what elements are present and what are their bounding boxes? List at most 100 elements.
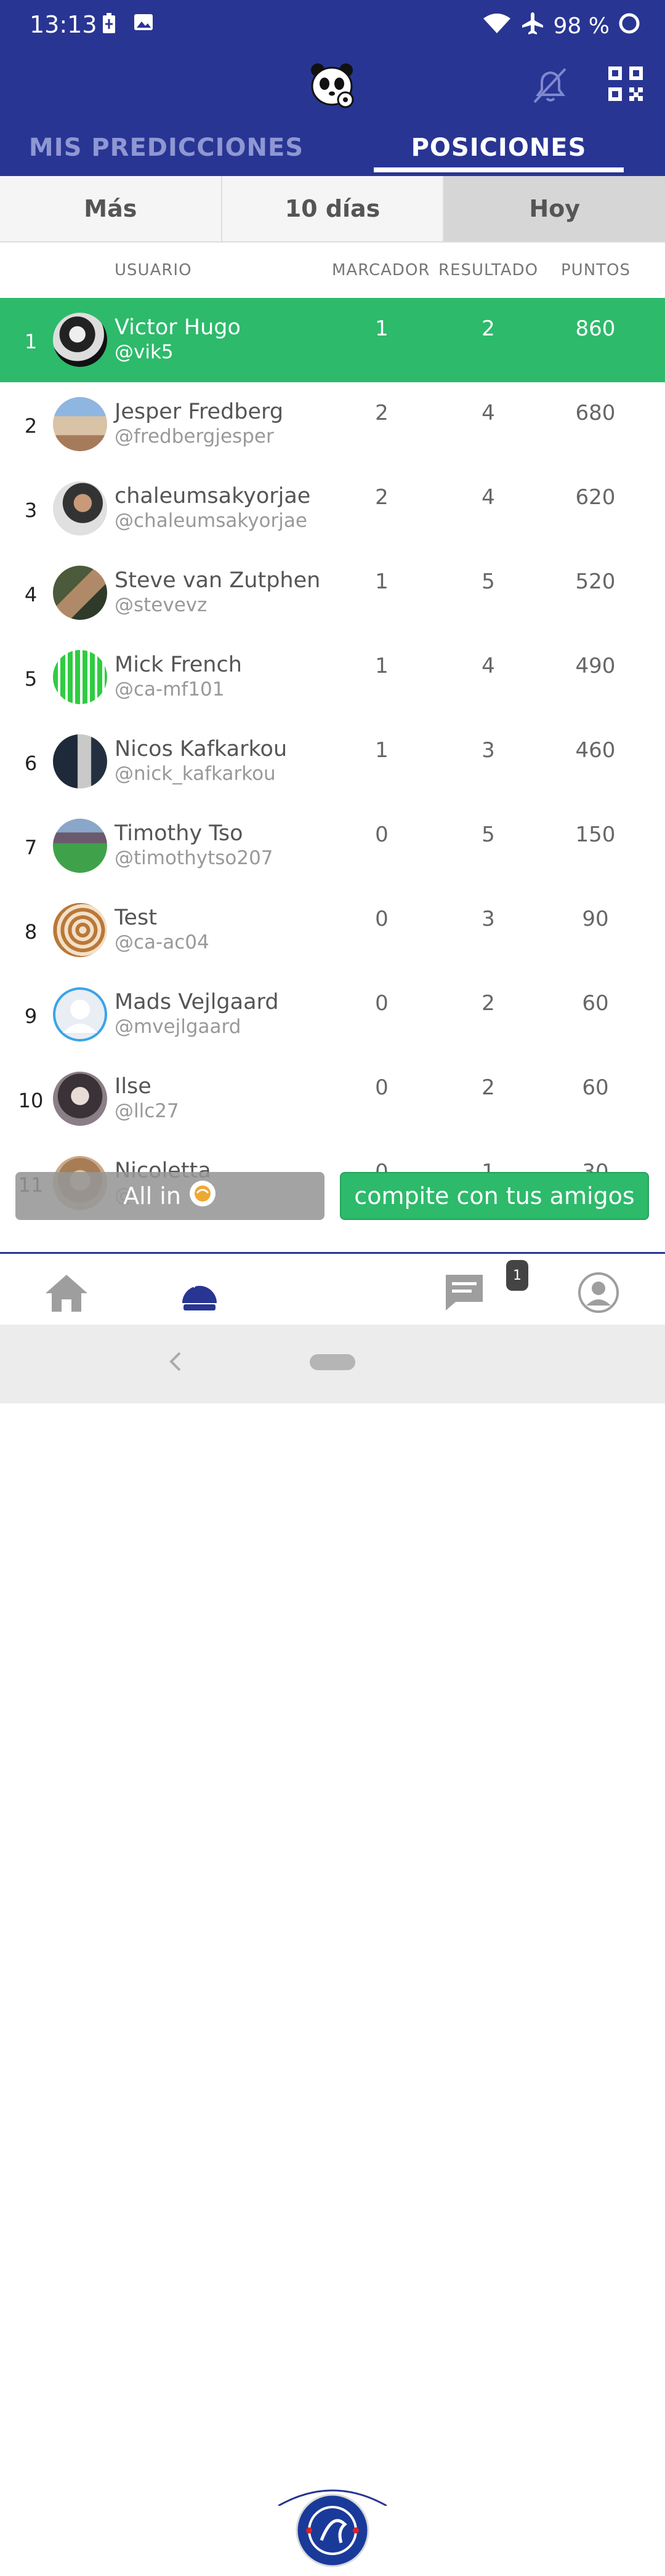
resultado-value: 3	[482, 907, 495, 931]
user-name: Test	[115, 905, 157, 930]
resultado-value: 4	[482, 401, 495, 425]
rank: 2	[24, 414, 38, 438]
user-handle: @llc27	[115, 1100, 179, 1122]
user-name: Timothy Tso	[115, 821, 243, 846]
user-handle: @chaleumsakyorjae	[115, 510, 307, 532]
resultado-value: 2	[482, 1075, 495, 1100]
resultado-value: 5	[482, 822, 495, 847]
puntos-value: 520	[575, 569, 616, 594]
rank: 10	[18, 1089, 44, 1112]
puntos-value: 460	[575, 738, 616, 763]
resultado-value: 2	[482, 991, 495, 1016]
rank: 7	[24, 836, 38, 859]
puntos-value: 60	[582, 991, 609, 1016]
user-name: Ilse	[115, 1074, 151, 1099]
puntos-value: 490	[575, 654, 616, 678]
user-name: Mads Vejlgaard	[115, 990, 279, 1014]
avatar	[53, 650, 107, 704]
battery-icon	[102, 12, 116, 37]
table-row[interactable]: 6 Nicos Kafkarkou @nick_kafkarkou 1 3 46…	[0, 720, 665, 804]
messages-badge: 1	[506, 1260, 528, 1291]
resultado-value: 4	[482, 654, 495, 678]
avatar	[53, 481, 107, 536]
top-bar	[0, 49, 665, 123]
user-name: Mick French	[115, 652, 242, 677]
user-name: Nicos Kafkarkou	[115, 737, 288, 761]
marcador-value: 1	[375, 569, 389, 594]
user-name: Jesper Fredberg	[115, 399, 284, 424]
user-name: chaleumsakyorjae	[115, 484, 311, 508]
marcador-value: 1	[375, 316, 389, 341]
resultado-value: 3	[482, 738, 495, 763]
table-row[interactable]: 1 Victor Hugo @vik5 1 2 860	[0, 298, 665, 382]
table-row[interactable]: 2 Jesper Fredberg @fredbergjesper 2 4 68…	[0, 382, 665, 467]
filter-hoy[interactable]: Hoy	[444, 176, 665, 241]
marcador-value: 0	[375, 822, 389, 847]
table-row[interactable]: 5 Mick French @ca-mf101 1 4 490	[0, 635, 665, 720]
image-icon	[134, 12, 153, 37]
circle-icon	[618, 12, 640, 40]
user-name: Steve van Zutphen	[115, 568, 321, 593]
all-in-label: All in	[123, 1182, 181, 1210]
avatar	[53, 819, 107, 873]
col-resultado: RESULTADO	[438, 261, 539, 279]
table-row[interactable]: 9 Mads Vejlgaard @mvejlgaard 0 2 60	[0, 973, 665, 1057]
app-header: 13:13 98 % MIS PREDICCIONES POSICIONES	[0, 0, 665, 176]
rank: 1	[24, 330, 38, 353]
marcador-value: 2	[375, 401, 389, 425]
status-bar: 13:13 98 %	[0, 0, 665, 49]
bell-off-icon[interactable]	[527, 64, 570, 107]
filter-10-dias[interactable]: 10 días	[222, 176, 445, 241]
user-handle: @fredbergjesper	[115, 425, 274, 447]
resultado-value: 2	[482, 316, 495, 341]
airplane-icon	[520, 11, 545, 41]
coin-icon	[188, 1179, 217, 1213]
col-marcador: MARCADOR	[332, 261, 430, 279]
chelsea-crest-icon[interactable]	[278, 2481, 387, 2574]
col-puntos: PUNTOS	[561, 261, 631, 279]
period-filter: Más 10 días Hoy	[0, 176, 665, 243]
rank: 4	[24, 583, 38, 606]
table-row[interactable]: 4 Steve van Zutphen @stevevz 1 5 520	[0, 551, 665, 635]
puntos-value: 150	[575, 822, 616, 847]
user-handle: @nick_kafkarkou	[115, 763, 276, 785]
status-time: 13:13	[30, 11, 97, 38]
avatar	[53, 313, 107, 367]
crystal-ball-icon[interactable]	[175, 1271, 224, 1314]
marcador-value: 0	[375, 991, 389, 1016]
chat-icon[interactable]	[441, 1271, 490, 1314]
home-icon[interactable]	[42, 1271, 91, 1314]
resultado-value: 4	[482, 485, 495, 510]
rank: 6	[24, 752, 38, 775]
puntos-value: 620	[575, 485, 616, 510]
user-handle: @stevevz	[115, 594, 208, 616]
avatar	[53, 987, 107, 1041]
user-handle: @timothytso207	[115, 847, 273, 869]
avatar	[53, 1072, 107, 1126]
compite-button[interactable]: compite con tus amigos	[340, 1172, 649, 1220]
puntos-value: 90	[582, 907, 609, 931]
tab-mis-predicciones[interactable]: MIS PREDICCIONES	[0, 123, 332, 176]
back-icon[interactable]	[166, 1349, 185, 1376]
filter-mas[interactable]: Más	[0, 176, 222, 241]
table-row[interactable]: 8 Test @ca-ac04 0 3 90	[0, 888, 665, 973]
system-nav-bar	[0, 1325, 665, 1403]
home-pill-icon[interactable]	[310, 1354, 355, 1370]
battery-level: 98 %	[553, 14, 610, 39]
rank: 3	[24, 499, 38, 522]
avatar	[53, 566, 107, 620]
rank: 5	[24, 667, 38, 691]
avatar	[53, 903, 107, 957]
user-handle: @mvejlgaard	[115, 1016, 241, 1038]
rank: 8	[24, 920, 38, 944]
table-row[interactable]: 10 Ilse @llc27 0 2 60	[0, 1057, 665, 1141]
avatar	[53, 734, 107, 788]
table-row[interactable]: 3 chaleumsakyorjae @chaleumsakyorjae 2 4…	[0, 467, 665, 551]
qr-icon[interactable]	[607, 65, 644, 102]
wifi-icon	[482, 12, 512, 40]
table-row[interactable]: 7 Timothy Tso @timothytso207 0 5 150	[0, 804, 665, 888]
bottom-nav: 1	[0, 1252, 665, 2574]
all-in-button[interactable]: All in	[15, 1172, 324, 1220]
user-handle: @ca-ac04	[115, 931, 209, 953]
profile-icon[interactable]	[574, 1271, 623, 1314]
